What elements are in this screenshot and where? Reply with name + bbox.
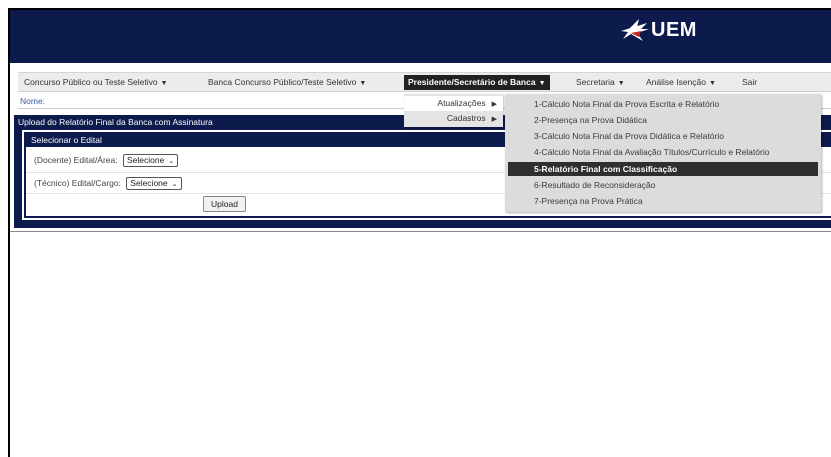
docente-select[interactable]: Selecione ⌄ [123,154,179,167]
caret-down-icon: ▼ [617,80,625,87]
docente-label: (Docente) Edital/Área: [34,154,118,165]
nav-banca-concurso[interactable]: Banca Concurso Público/Teste Seletivo ▼ [208,76,366,89]
menu-item-calculo-prova-escrita[interactable]: 1-Cálculo Nota Final da Prova Escrita e … [534,99,719,109]
content-bottom-border [10,231,831,232]
menu-item-atualizacoes[interactable]: Atualizações ▶ [437,98,497,108]
nav-analise-isencao[interactable]: Análise Isenção ▼ [646,76,716,89]
chevron-down-icon: ⌄ [171,181,178,188]
dropdown-presidente-menu: Atualizações ▶ Cadastros ▶ [404,94,503,127]
menu-item-presenca-prova-didatica[interactable]: 2-Presença na Prova Didática [534,115,647,125]
caret-down-icon: ▼ [538,80,546,87]
nav-label: Banca Concurso Público/Teste Seletivo [208,77,357,87]
menu-item-calculo-prova-didatica[interactable]: 3-Cálculo Nota Final da Prova Didática e… [534,131,724,141]
menu-item-resultado-reconsideracao[interactable]: 6-Resultado de Reconsideração [534,180,655,190]
caret-down-icon: ▼ [709,80,716,87]
caret-right-icon: ▶ [491,101,497,108]
menu-item-presenca-prova-pratica[interactable]: 7-Presença na Prova Prática [534,196,643,206]
nav-secretaria[interactable]: Secretaria ▼ [576,76,625,89]
tecnico-select-value: Selecione [130,178,168,188]
menu-item-calculo-avaliacao-titulos[interactable]: 4-Cálculo Nota Final da Avaliação Título… [534,147,769,157]
tecnico-row: (Técnico) Edital/Cargo: Selecione ⌄ [34,177,182,190]
nav-label: Análise Isenção [646,77,707,87]
caret-down-icon: ▼ [160,80,168,87]
uem-emblem-icon [621,19,649,41]
nav-label: Presidente/Secretário de Banca [408,77,536,87]
menu-item-relatorio-final[interactable]: 5-Relatório Final com Classificação [534,164,677,174]
site-header [10,10,831,63]
menu-item-cadastros[interactable]: Cadastros ▶ [447,113,497,123]
chevron-down-icon: ⌄ [168,158,175,165]
docente-select-value: Selecione [127,155,165,165]
docente-row: (Docente) Edital/Área: Selecione ⌄ [34,154,179,167]
section-title: Selecionar o Edital [31,135,102,145]
caret-down-icon: ▼ [359,80,367,87]
nav-sair[interactable]: Sair [742,76,757,89]
uem-logo[interactable]: UEM [619,17,697,43]
logo-text: UEM [651,18,697,41]
menu-item-label: Cadastros [446,113,486,123]
nav-label: Secretaria [576,77,615,87]
nome-label: Nome: [20,96,46,106]
nav-label: Concurso Público ou Teste Seletivo [24,77,158,87]
upload-button[interactable]: Upload [203,196,246,212]
tecnico-label: (Técnico) Edital/Cargo: [34,177,121,188]
caret-right-icon: ▶ [491,116,497,123]
tecnico-select[interactable]: Selecione ⌄ [126,177,182,190]
nav-label: Sair [742,77,758,87]
nav-concurso-publico[interactable]: Concurso Público ou Teste Seletivo ▼ [24,76,168,89]
window-frame-left [8,8,10,457]
menu-item-label: Atualizações [437,98,486,108]
nav-presidente-secretario[interactable]: Presidente/Secretário de Banca ▼ [404,75,550,90]
main-navbar: Concurso Público ou Teste Seletivo ▼ Banc… [18,72,831,92]
panel-title: Upload do Relatório Final da Banca com A… [18,117,213,127]
